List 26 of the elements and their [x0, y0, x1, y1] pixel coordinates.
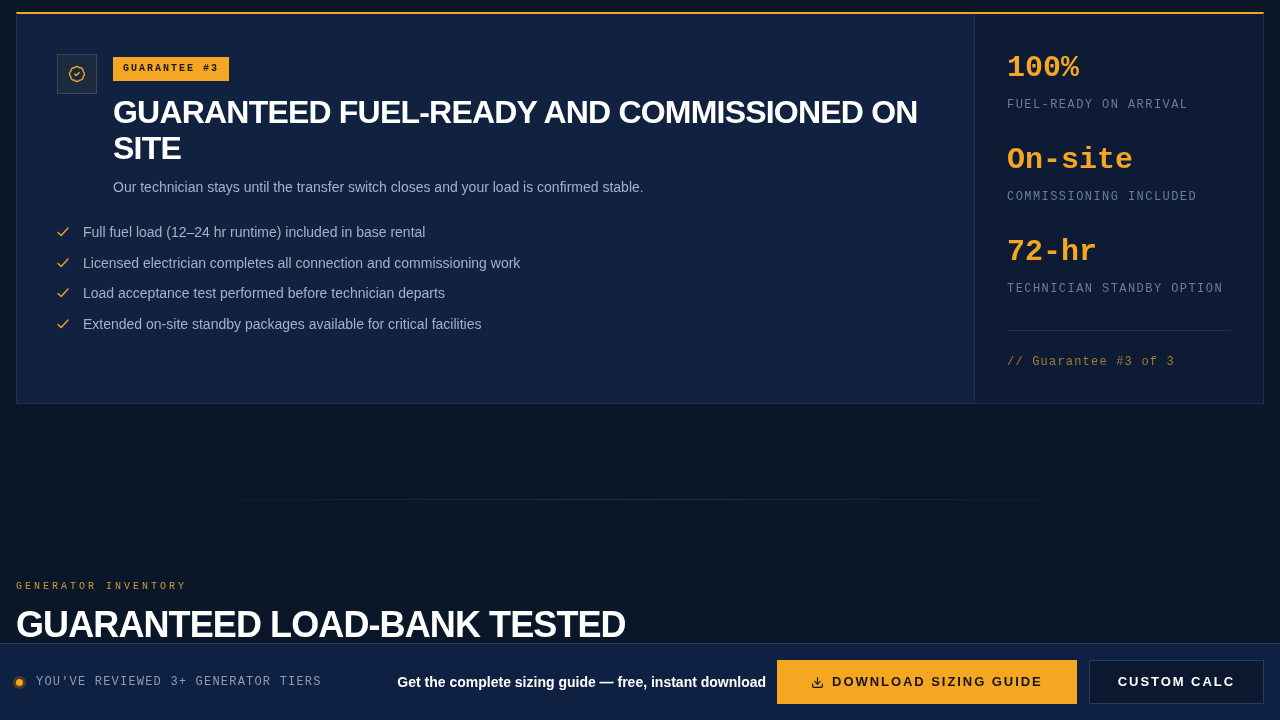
cta-prompt: Get the complete sizing guide — free, instant download — [397, 672, 767, 692]
stat-label: FUEL-READY ON ARRIVAL — [1007, 98, 1189, 112]
download-button[interactable]: DOWNLOAD SIZING GUIDE — [777, 660, 1077, 704]
stat-value: On-site — [1007, 145, 1134, 175]
feature-text: Load acceptance test performed before technician departs — [83, 284, 445, 303]
download-icon — [811, 675, 825, 689]
badge-check-icon — [68, 65, 86, 83]
guarantee-title: GUARANTEED FUEL-READY AND COMMISSIONED ON SITE — [113, 94, 919, 166]
feature-text: Full fuel load (12–24 hr runtime) included in base rental — [83, 223, 426, 242]
guarantee-counter: // Guarantee #3 of 3 — [1007, 355, 1176, 369]
check-icon — [57, 227, 69, 237]
section-eyebrow: GENERATOR INVENTORY — [16, 580, 188, 594]
stat-value: 100% — [1007, 53, 1079, 83]
calc-button[interactable]: CUSTOM CALC — [1088, 660, 1264, 704]
status-text: YOU'VE REVIEWED 3+ GENERATOR TIERS — [36, 674, 322, 691]
check-icon — [57, 288, 69, 298]
stat-label: COMMISSIONING INCLUDED — [1007, 190, 1198, 204]
section-title: GUARANTEED LOAD-BANK TESTED — [16, 606, 626, 644]
guarantee-badge: GUARANTEE #3 — [113, 57, 229, 81]
check-icon — [57, 257, 69, 268]
feature-text: Licensed electrician completes all connection and commissioning work — [83, 253, 521, 273]
check-icon — [57, 318, 69, 329]
stat-value: 72-hr — [1007, 237, 1097, 267]
guarantee-subtitle: Our technician stays until the transfer switch closes and your load is confirmed stable. — [113, 178, 644, 197]
feature-text: Extended on-site standby packages available for critical facilities — [83, 314, 482, 334]
stat-label: TECHNICIAN STANDBY OPTION — [1007, 282, 1224, 296]
